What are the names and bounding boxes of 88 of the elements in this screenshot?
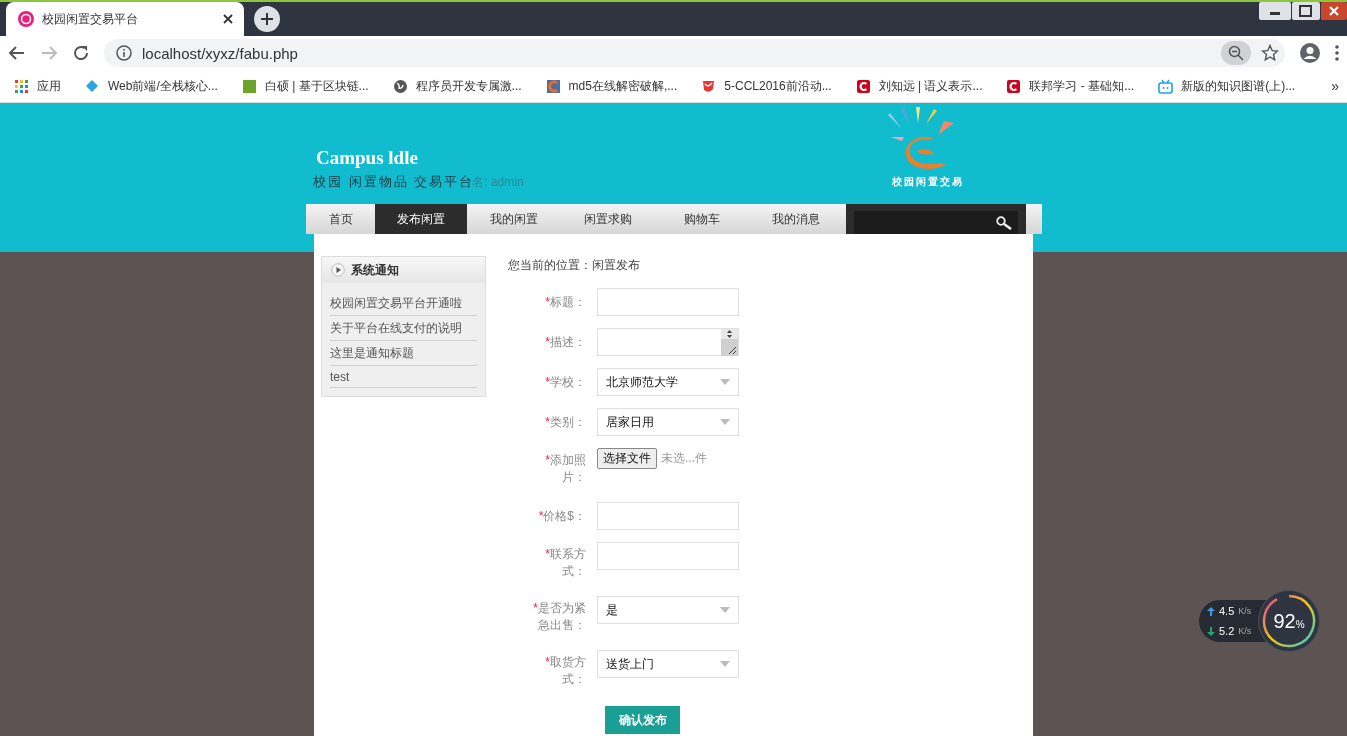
bookmark[interactable]: Web前端/全栈核心... — [85, 77, 218, 95]
bookmark[interactable]: md5在线解密破解,... — [545, 77, 678, 95]
usage-unit: % — [1295, 618, 1305, 630]
letter-c-icon — [1006, 78, 1022, 94]
bookmark[interactable]: 程序员开发专属激... — [392, 77, 522, 95]
square-icon — [241, 78, 257, 94]
account-icon[interactable] — [1299, 42, 1321, 64]
choose-file-button[interactable]: 选择文件 — [597, 448, 657, 469]
form-label: *类别： — [544, 414, 586, 430]
download-speed: 5.2 — [1219, 625, 1235, 637]
nav-tab[interactable]: 闲置求购 — [561, 204, 655, 234]
emblem-caption: 校园闲置交易 — [892, 175, 964, 189]
form-label: *描述： — [544, 334, 586, 350]
info-icon — [116, 45, 132, 61]
reload-icon[interactable] — [72, 44, 90, 62]
browser-tab[interactable]: 校园闲置交易平台 — [6, 2, 244, 36]
caret-icon — [720, 419, 730, 425]
nav-tab[interactable]: 发布闲置 — [375, 204, 467, 234]
caret-icon — [720, 661, 730, 667]
upload-speed: 4.5 — [1219, 605, 1235, 617]
form-label: *标题： — [544, 294, 586, 310]
zoom-out-icon — [1228, 45, 1244, 61]
address-bar[interactable]: localhost/xyxz/fabu.php — [104, 39, 1285, 67]
tv-icon — [1158, 78, 1174, 94]
diamond-icon — [85, 78, 100, 94]
play-icon — [331, 263, 345, 277]
form-label: *价格$： — [537, 508, 586, 524]
notice-link[interactable]: 关于平台在线支付的说明 — [330, 316, 477, 341]
letter-c-icon — [855, 78, 871, 94]
notice-link[interactable]: 校园闲置交易平台开通啦 — [330, 291, 477, 316]
site-title: Campus ldle — [316, 147, 418, 169]
select-field[interactable]: 送货上门 — [597, 650, 739, 678]
form-label: *学校： — [544, 374, 586, 390]
favicon-icon — [18, 11, 34, 27]
url-text: localhost/xyxz/fabu.php — [142, 44, 299, 62]
maximize-icon[interactable] — [1292, 2, 1320, 20]
file-status: 未选...件 — [661, 450, 707, 467]
caret-icon — [720, 379, 730, 385]
form-label: *联系方式： — [544, 546, 586, 580]
bookmark[interactable]: 5-CCL2016前沿动... — [701, 77, 832, 95]
down-arrow-icon — [1207, 626, 1215, 636]
speed-unit: K/s — [1238, 606, 1252, 616]
close-icon[interactable] — [222, 13, 234, 25]
plus-icon — [261, 13, 273, 25]
search-icon — [996, 216, 1012, 230]
form-label: *取货方式： — [544, 654, 586, 688]
bookmark[interactable]: 联邦学习 - 基础知... — [1006, 77, 1135, 95]
resize-handle-icon — [721, 329, 738, 356]
up-arrow-icon — [1207, 606, 1215, 616]
notice-link[interactable]: test — [330, 366, 477, 388]
minimize-icon[interactable] — [1259, 2, 1291, 20]
menu-icon[interactable] — [1335, 45, 1339, 61]
shield-icon — [701, 78, 717, 94]
nav-tab[interactable]: 购物车 — [655, 204, 749, 234]
apps-grid-icon — [14, 78, 29, 94]
text-field[interactable] — [597, 502, 739, 530]
tab-title: 校园闲置交易平台 — [42, 10, 139, 28]
back-icon[interactable] — [8, 44, 26, 62]
text-field[interactable] — [597, 288, 739, 316]
select-field[interactable]: 是 — [597, 596, 739, 624]
usage-gauge — [1262, 594, 1316, 648]
letter-c-icon — [545, 78, 561, 94]
text-field[interactable] — [597, 542, 739, 570]
bookmark[interactable]: 应用 — [14, 77, 61, 95]
select-field[interactable]: 居家日用 — [597, 408, 739, 436]
nav-tab[interactable]: 我的消息 — [749, 204, 843, 234]
bookmark[interactable]: 刘知远 | 语义表示... — [855, 77, 983, 95]
usage-value: 92 — [1273, 609, 1296, 633]
speed-unit: K/s — [1238, 626, 1252, 636]
form-label: *添加照片： — [544, 452, 586, 486]
bookmark[interactable]: 白硕 | 基于区块链... — [241, 77, 369, 95]
search-field[interactable] — [854, 211, 1018, 235]
zoom-button[interactable] — [1221, 41, 1251, 65]
nav-tab[interactable]: 我的闲置 — [467, 204, 561, 234]
caret-icon — [720, 607, 730, 613]
notice-link[interactable]: 这里是通知标题 — [330, 341, 477, 366]
bookmark[interactable]: 新版的知识图谱(上)... — [1158, 77, 1296, 95]
nav-tab[interactable]: 首页 — [306, 204, 375, 234]
close-icon[interactable] — [1321, 2, 1347, 20]
breadcrumb: 您当前的位置：闲置发布 — [508, 257, 641, 274]
select-field[interactable]: 北京师范大学 — [597, 368, 739, 396]
star-icon[interactable] — [1261, 44, 1279, 62]
site-subtitle: 校园 闲置物品 交易平台 — [313, 173, 475, 191]
new-tab-button[interactable] — [254, 6, 280, 32]
notice-title: 系统通知 — [351, 261, 399, 279]
more-bookmarks-button[interactable]: » — [1331, 78, 1339, 94]
form-label: *是否为紧急出售： — [532, 600, 586, 634]
globe-icon — [392, 78, 408, 94]
